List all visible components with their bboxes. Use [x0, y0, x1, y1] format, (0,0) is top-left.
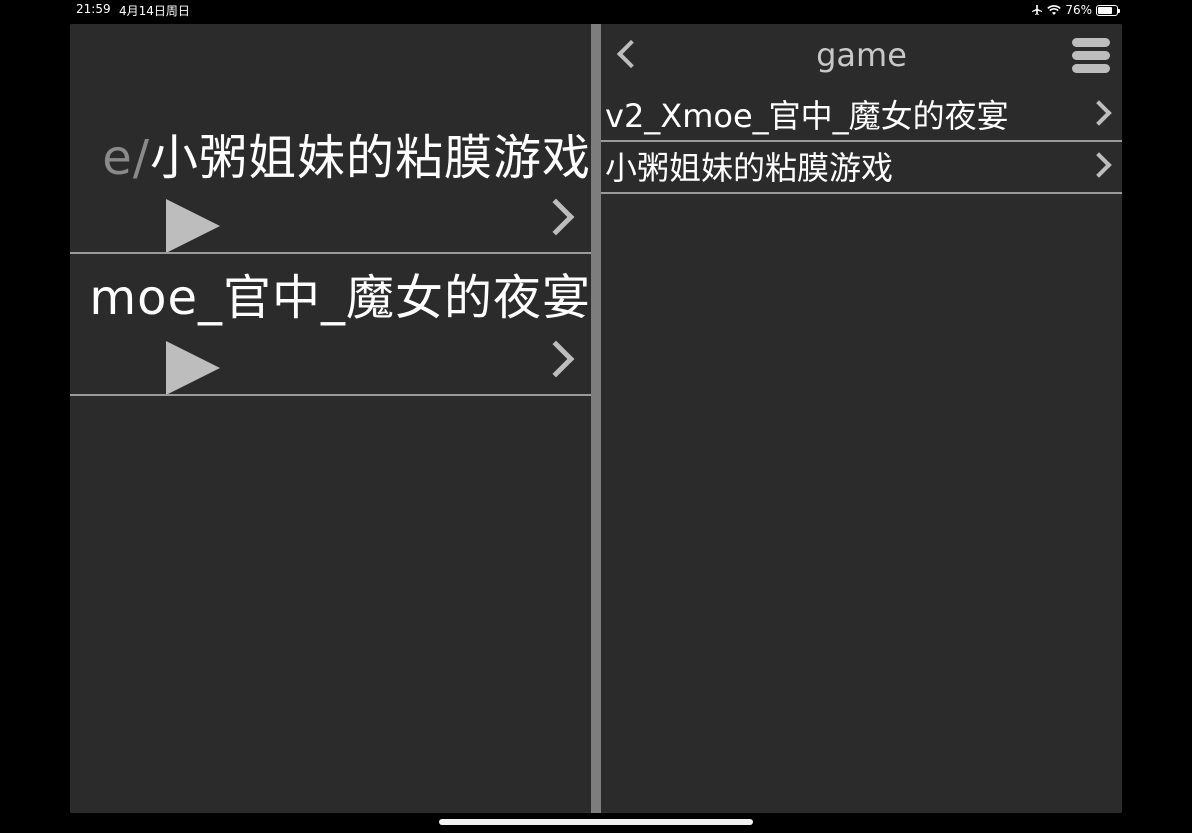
- status-bar: 21:59 4月14日周日 76%: [0, 0, 1192, 22]
- zoomed-item-title: e/小粥姐妹的粘膜游戏: [102, 126, 591, 190]
- zoomed-item-title: moe_官中_魔女的夜宴: [89, 266, 591, 330]
- zoomed-list-item[interactable]: moe_官中_魔女的夜宴: [70, 264, 591, 396]
- status-date: 4月14日周日: [119, 4, 190, 18]
- status-time: 21:59: [76, 2, 111, 16]
- chevron-right-icon[interactable]: [1086, 152, 1112, 178]
- home-indicator[interactable]: [439, 819, 753, 825]
- folder-item-label: 小粥姐妹的粘膜游戏: [605, 149, 894, 187]
- battery-percent: 76%: [1065, 3, 1092, 17]
- file-browser-pane: game v2_Xmoe_官中_魔女的夜宴 小粥姐妹的粘膜游戏: [601, 24, 1122, 813]
- status-indicators: 76%: [1031, 2, 1120, 18]
- menu-icon: [1072, 38, 1110, 47]
- folder-item[interactable]: v2_Xmoe_官中_魔女的夜宴: [601, 90, 1122, 142]
- app-window: e/小粥姐妹的粘膜游戏 moe_官中_魔女的夜宴 game v2_Xmoe_官中: [70, 24, 1122, 813]
- zoomed-list-item[interactable]: e/小粥姐妹的粘膜游戏: [70, 122, 591, 254]
- play-icon[interactable]: [166, 199, 220, 252]
- menu-icon: [1072, 64, 1110, 73]
- battery-level: [1098, 6, 1112, 14]
- battery-icon: [1096, 4, 1120, 16]
- menu-icon: [1072, 51, 1110, 60]
- nav-bar: game: [601, 24, 1122, 88]
- folder-list: v2_Xmoe_官中_魔女的夜宴 小粥姐妹的粘膜游戏: [601, 90, 1122, 194]
- chevron-right-icon[interactable]: [537, 340, 575, 378]
- menu-button[interactable]: [1072, 38, 1110, 74]
- chevron-right-icon[interactable]: [537, 198, 575, 236]
- folder-item-label: v2_Xmoe_官中_魔女的夜宴: [605, 97, 1009, 135]
- wifi-icon: [1047, 4, 1062, 15]
- zoomed-list-pane: e/小粥姐妹的粘膜游戏 moe_官中_魔女的夜宴: [70, 24, 591, 813]
- path-prefix: e/: [102, 130, 150, 186]
- play-icon[interactable]: [166, 341, 220, 394]
- nav-title: game: [816, 36, 907, 74]
- folder-item[interactable]: 小粥姐妹的粘膜游戏: [601, 142, 1122, 194]
- airplane-icon: [1032, 5, 1043, 15]
- zoomed-item-name: moe_官中_魔女的夜宴: [89, 270, 591, 326]
- zoomed-item-name: 小粥姐妹的粘膜游戏: [149, 130, 591, 186]
- chevron-right-icon[interactable]: [1086, 100, 1112, 126]
- split-divider[interactable]: [591, 24, 601, 813]
